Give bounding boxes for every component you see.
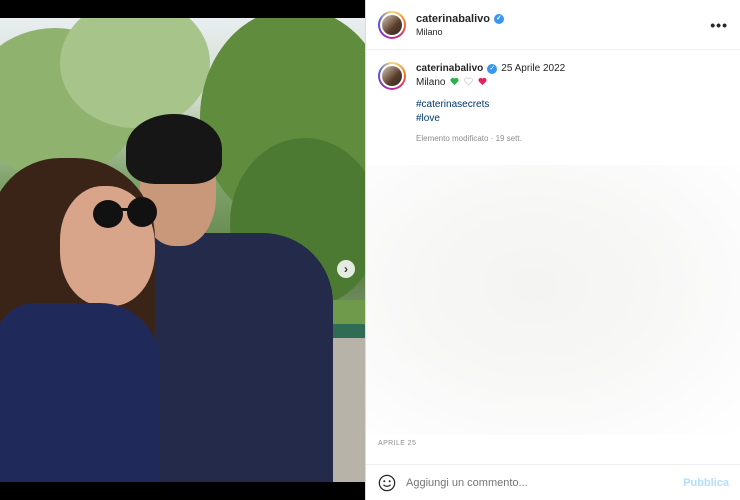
comment-bar: Pubblica — [366, 464, 740, 500]
avatar[interactable] — [378, 10, 406, 39]
edited-note: Elemento modificato · 19 sett. — [416, 134, 522, 143]
caption-avatar[interactable] — [378, 62, 406, 90]
caption-text: Milano — [416, 77, 446, 88]
post-side-panel: caterinabalivo ✓ Milano ••• caterinabali… — [365, 0, 740, 500]
carousel-next-button[interactable]: › — [337, 260, 355, 278]
header-username-row: caterinabalivo ✓ — [416, 13, 710, 25]
caption-date: 25 Aprile 2022 — [501, 63, 566, 74]
chevron-right-icon: › — [344, 262, 348, 276]
caption-body: caterinabalivo ✓ 25 Aprile 2022 Milano #… — [416, 62, 565, 146]
caption-username[interactable]: caterinabalivo — [416, 62, 483, 76]
white-heart-icon — [464, 77, 473, 86]
instagram-post: › caterinabalivo ✓ Milano ••• caterinaba… — [0, 0, 740, 500]
header-location[interactable]: Milano — [416, 27, 710, 37]
hashtag-link[interactable]: #caterinasecrets — [416, 98, 565, 112]
emoji-icon[interactable] — [378, 474, 396, 492]
red-heart-icon — [478, 77, 487, 86]
man-hair — [126, 114, 222, 184]
verified-icon: ✓ — [487, 64, 498, 74]
green-heart-icon — [450, 77, 459, 86]
header-text: caterinabalivo ✓ Milano — [416, 13, 710, 37]
hashtag-link[interactable]: #love — [416, 112, 565, 126]
verified-icon: ✓ — [493, 13, 504, 24]
header-username[interactable]: caterinabalivo — [416, 13, 490, 25]
sunglasses — [93, 197, 157, 228]
post-date-label: APRILE 25 — [378, 440, 417, 447]
caption-text-row: Milano — [416, 76, 565, 90]
publish-button[interactable]: Pubblica — [683, 477, 729, 489]
post-photo[interactable]: › — [0, 18, 365, 482]
post-header: caterinabalivo ✓ Milano ••• — [366, 0, 740, 50]
comments-area — [366, 165, 740, 435]
more-options-icon[interactable]: ••• — [710, 17, 728, 33]
post-caption: caterinabalivo ✓ 25 Aprile 2022 Milano #… — [366, 50, 740, 146]
post-media: › — [0, 0, 365, 500]
comment-input[interactable] — [406, 476, 684, 489]
woman-coat — [0, 303, 160, 482]
caption-top: caterinabalivo ✓ 25 Aprile 2022 — [416, 62, 565, 76]
